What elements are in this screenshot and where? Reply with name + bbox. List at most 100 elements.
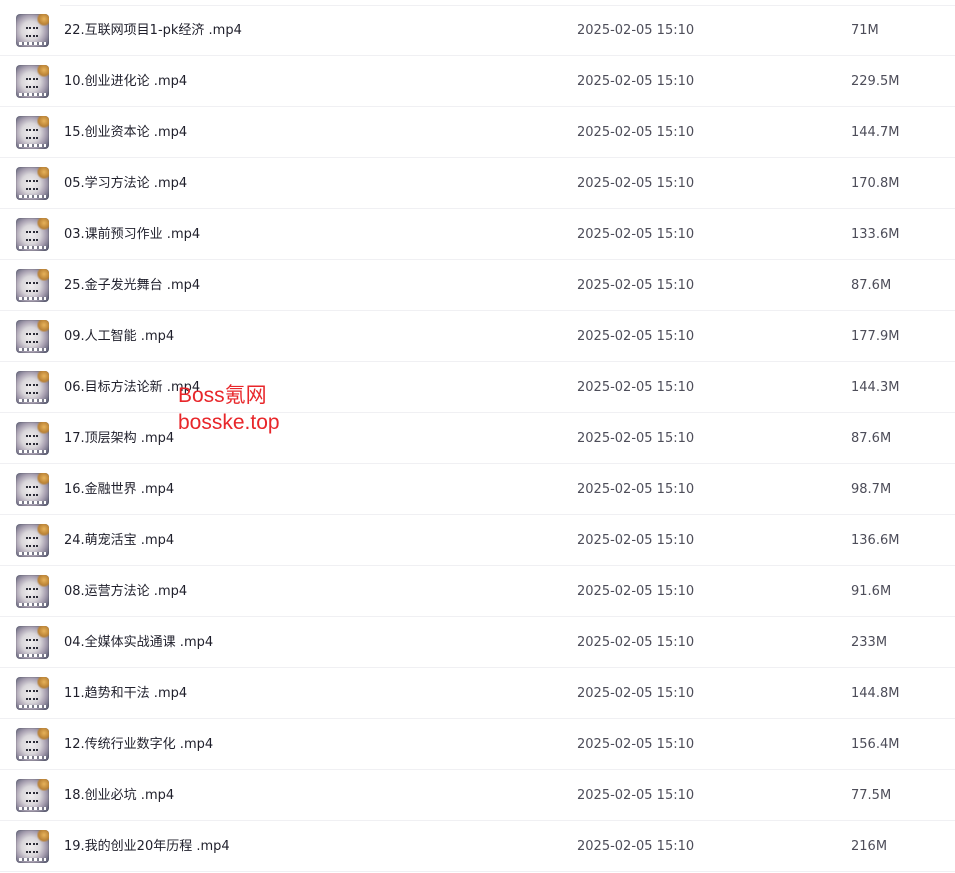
- file-name[interactable]: 03.课前预习作业 .mp4: [64, 226, 200, 243]
- thumbnail-mark: [26, 741, 38, 751]
- file-name[interactable]: 24.萌宠活宝 .mp4: [64, 532, 174, 549]
- file-size: 144.3M: [851, 380, 900, 395]
- video-thumbnail-icon[interactable]: [16, 524, 49, 557]
- file-name[interactable]: 06.目标方法论新 .mp4: [64, 379, 200, 396]
- video-thumbnail-icon[interactable]: [16, 626, 49, 659]
- file-row[interactable]: 17.顶层架构 .mp4 2025-02-05 15:10 87.6M: [0, 413, 955, 464]
- thumbnail-strip: [19, 603, 46, 606]
- thumbnail-mark: [26, 282, 38, 292]
- file-name[interactable]: 12.传统行业数字化 .mp4: [64, 736, 213, 753]
- file-row[interactable]: 03.课前预习作业 .mp4 2025-02-05 15:10 133.6M: [0, 209, 955, 260]
- file-row[interactable]: 22.互联网项目1-pk经济 .mp4 2025-02-05 15:10 71M: [0, 5, 955, 56]
- file-modified-date: 2025-02-05 15:10: [577, 74, 695, 89]
- video-thumbnail-icon[interactable]: [16, 14, 49, 47]
- file-size: 133.6M: [851, 227, 900, 242]
- file-name[interactable]: 15.创业资本论 .mp4: [64, 124, 187, 141]
- file-name[interactable]: 05.学习方法论 .mp4: [64, 175, 187, 192]
- file-row[interactable]: 05.学习方法论 .mp4 2025-02-05 15:10 170.8M: [0, 158, 955, 209]
- file-name[interactable]: 09.人工智能 .mp4: [64, 328, 174, 345]
- file-row[interactable]: 19.我的创业20年历程 .mp4 2025-02-05 15:10 216M: [0, 821, 955, 872]
- file-name[interactable]: 10.创业进化论 .mp4: [64, 73, 187, 90]
- file-row[interactable]: 18.创业必坑 .mp4 2025-02-05 15:10 77.5M: [0, 770, 955, 821]
- file-row[interactable]: 04.全媒体实战通课 .mp4 2025-02-05 15:10 233M: [0, 617, 955, 668]
- thumbnail-glare: [37, 830, 49, 842]
- thumbnail-strip: [19, 756, 46, 759]
- file-name[interactable]: 18.创业必坑 .mp4: [64, 787, 174, 804]
- thumbnail-mark: [26, 486, 38, 496]
- thumbnail-glare: [37, 116, 49, 128]
- file-name[interactable]: 16.金融世界 .mp4: [64, 481, 174, 498]
- thumbnail-strip: [19, 246, 46, 249]
- file-name[interactable]: 04.全媒体实战通课 .mp4: [64, 634, 213, 651]
- thumbnail-glare: [37, 575, 49, 587]
- video-thumbnail-icon[interactable]: [16, 167, 49, 200]
- file-row[interactable]: 12.传统行业数字化 .mp4 2025-02-05 15:10 156.4M: [0, 719, 955, 770]
- thumbnail-glare: [37, 65, 49, 77]
- thumbnail-glare: [37, 14, 49, 26]
- file-name[interactable]: 11.趋势和干法 .mp4: [64, 685, 187, 702]
- file-modified-date: 2025-02-05 15:10: [577, 533, 695, 548]
- thumbnail-glare: [37, 320, 49, 332]
- thumbnail-glare: [37, 218, 49, 230]
- video-thumbnail-icon[interactable]: [16, 116, 49, 149]
- file-name[interactable]: 17.顶层架构 .mp4: [64, 430, 174, 447]
- file-row[interactable]: 11.趋势和干法 .mp4 2025-02-05 15:10 144.8M: [0, 668, 955, 719]
- video-thumbnail-icon[interactable]: [16, 371, 49, 404]
- file-name[interactable]: 25.金子发光舞台 .mp4: [64, 277, 200, 294]
- file-size: 233M: [851, 635, 888, 650]
- thumbnail-mark: [26, 27, 38, 37]
- video-thumbnail-icon[interactable]: [16, 830, 49, 863]
- file-size: 91.6M: [851, 584, 892, 599]
- thumbnail-glare: [37, 677, 49, 689]
- thumbnail-strip: [19, 450, 46, 453]
- file-row[interactable]: 06.目标方法论新 .mp4 2025-02-05 15:10 144.3M: [0, 362, 955, 413]
- video-thumbnail-icon[interactable]: [16, 473, 49, 506]
- file-row[interactable]: 10.创业进化论 .mp4 2025-02-05 15:10 229.5M: [0, 56, 955, 107]
- file-size: 144.7M: [851, 125, 900, 140]
- thumbnail-strip: [19, 501, 46, 504]
- video-thumbnail-icon[interactable]: [16, 269, 49, 302]
- file-modified-date: 2025-02-05 15:10: [577, 839, 695, 854]
- thumbnail-mark: [26, 843, 38, 853]
- video-thumbnail-icon[interactable]: [16, 779, 49, 812]
- video-thumbnail-icon[interactable]: [16, 575, 49, 608]
- thumbnail-mark: [26, 129, 38, 139]
- file-modified-date: 2025-02-05 15:10: [577, 482, 695, 497]
- thumbnail-glare: [37, 728, 49, 740]
- thumbnail-glare: [37, 626, 49, 638]
- file-row[interactable]: 15.创业资本论 .mp4 2025-02-05 15:10 144.7M: [0, 107, 955, 158]
- thumbnail-mark: [26, 333, 38, 343]
- file-name[interactable]: 08.运营方法论 .mp4: [64, 583, 187, 600]
- thumbnail-glare: [37, 422, 49, 434]
- file-modified-date: 2025-02-05 15:10: [577, 584, 695, 599]
- file-name[interactable]: 22.互联网项目1-pk经济 .mp4: [64, 22, 242, 39]
- thumbnail-strip: [19, 144, 46, 147]
- video-thumbnail-icon[interactable]: [16, 728, 49, 761]
- thumbnail-glare: [37, 269, 49, 281]
- file-size: 144.8M: [851, 686, 900, 701]
- file-size: 156.4M: [851, 737, 900, 752]
- file-size: 98.7M: [851, 482, 892, 497]
- file-row[interactable]: 09.人工智能 .mp4 2025-02-05 15:10 177.9M: [0, 311, 955, 362]
- file-modified-date: 2025-02-05 15:10: [577, 125, 695, 140]
- thumbnail-glare: [37, 524, 49, 536]
- file-name[interactable]: 19.我的创业20年历程 .mp4: [64, 838, 230, 855]
- video-thumbnail-icon[interactable]: [16, 65, 49, 98]
- video-thumbnail-icon[interactable]: [16, 320, 49, 353]
- thumbnail-mark: [26, 537, 38, 547]
- thumbnail-strip: [19, 552, 46, 555]
- file-modified-date: 2025-02-05 15:10: [577, 686, 695, 701]
- video-thumbnail-icon[interactable]: [16, 677, 49, 710]
- file-modified-date: 2025-02-05 15:10: [577, 635, 695, 650]
- file-row[interactable]: 08.运营方法论 .mp4 2025-02-05 15:10 91.6M: [0, 566, 955, 617]
- file-row[interactable]: 24.萌宠活宝 .mp4 2025-02-05 15:10 136.6M: [0, 515, 955, 566]
- video-thumbnail-icon[interactable]: [16, 422, 49, 455]
- thumbnail-strip: [19, 195, 46, 198]
- thumbnail-mark: [26, 435, 38, 445]
- file-row[interactable]: 25.金子发光舞台 .mp4 2025-02-05 15:10 87.6M: [0, 260, 955, 311]
- video-thumbnail-icon[interactable]: [16, 218, 49, 251]
- thumbnail-mark: [26, 78, 38, 88]
- thumbnail-strip: [19, 807, 46, 810]
- file-row[interactable]: 16.金融世界 .mp4 2025-02-05 15:10 98.7M: [0, 464, 955, 515]
- thumbnail-strip: [19, 399, 46, 402]
